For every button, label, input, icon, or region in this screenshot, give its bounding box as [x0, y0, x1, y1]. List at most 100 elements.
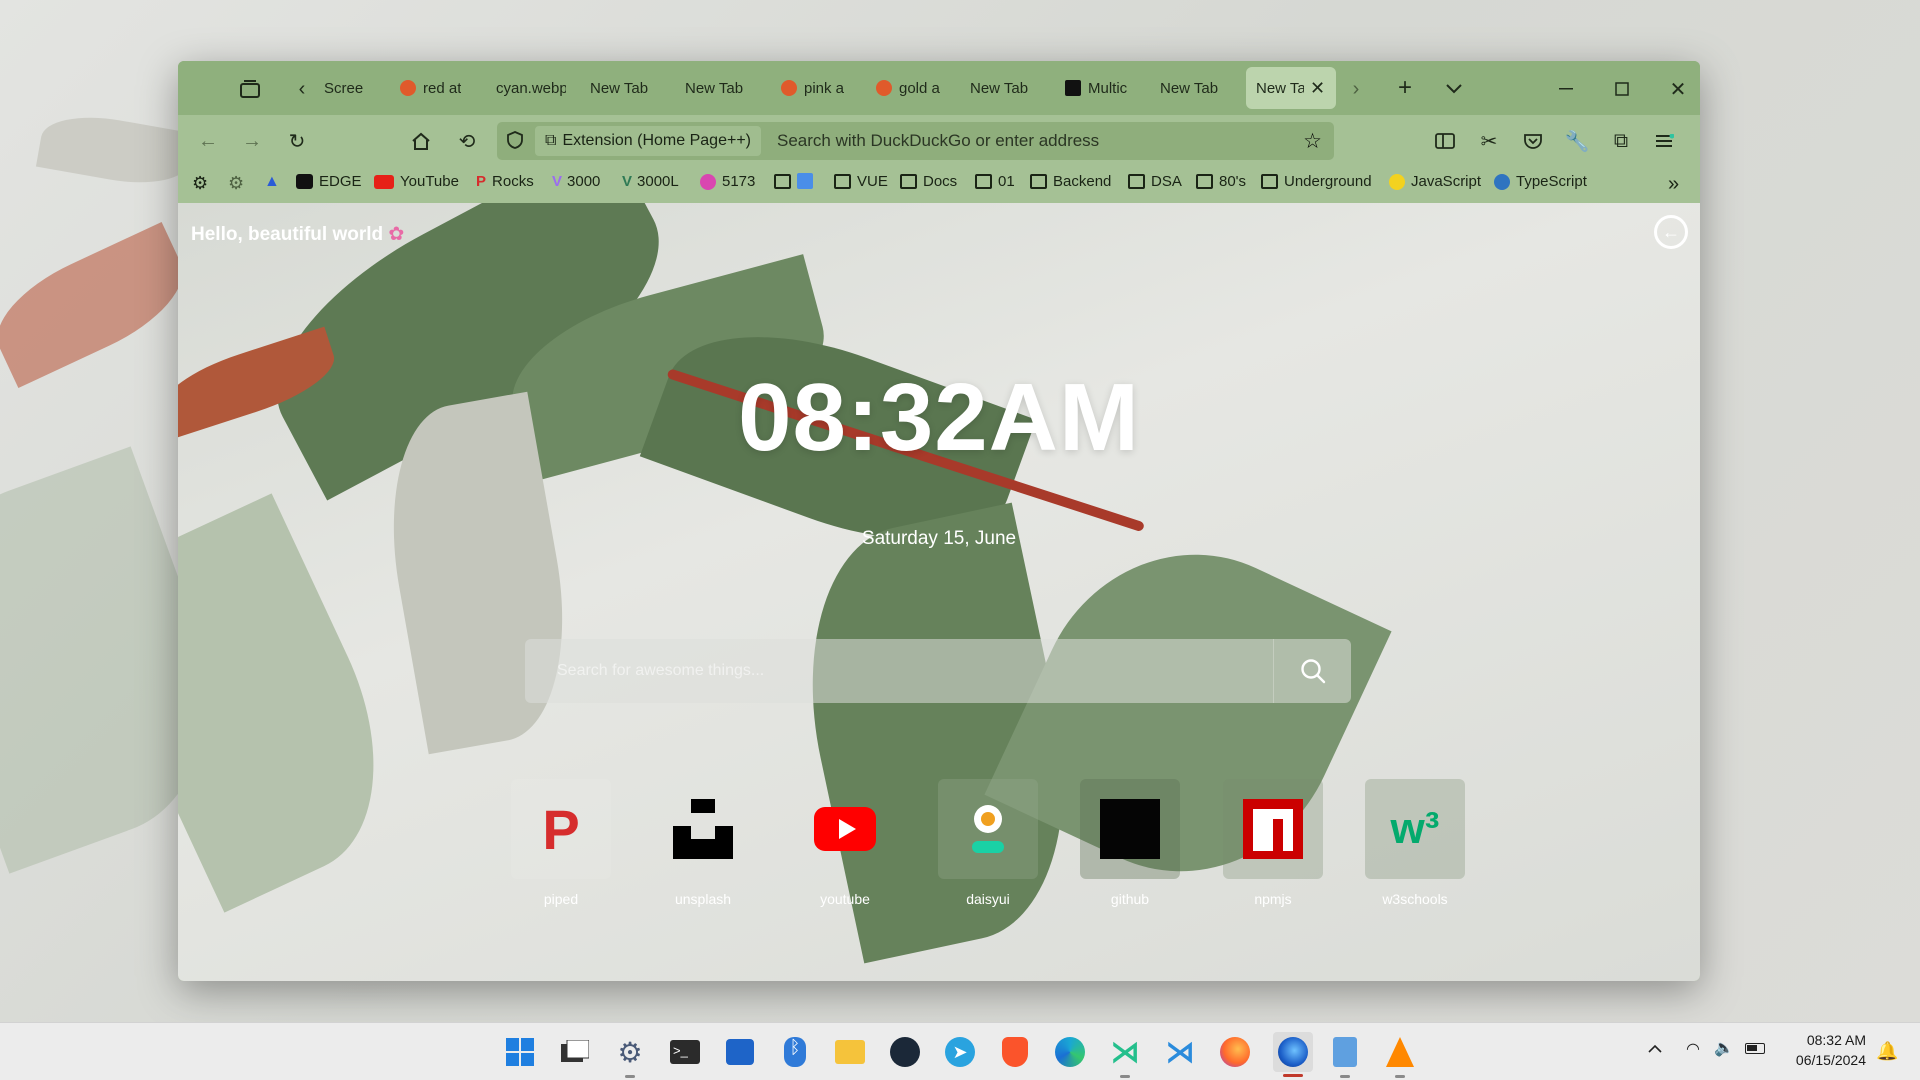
bookmark-folder-01[interactable]: 01: [975, 173, 1015, 190]
tab[interactable]: New Tab: [1160, 67, 1230, 109]
bookmark-3000l[interactable]: V 3000L: [622, 173, 679, 190]
firefox-icon[interactable]: [1218, 1035, 1252, 1069]
battery-icon[interactable]: [1745, 1043, 1765, 1054]
folder-icon: [834, 174, 851, 189]
bookmark-javascript[interactable]: JavaScript: [1389, 173, 1481, 190]
vscode-icon[interactable]: ⋊: [1163, 1035, 1197, 1069]
telegram-icon[interactable]: ➤: [943, 1035, 977, 1069]
settings-icon[interactable]: ⚙: [613, 1035, 647, 1078]
wifi-icon[interactable]: ◠: [1686, 1039, 1700, 1059]
shortcut-w3schools[interactable]: w³ w3schools: [1365, 779, 1465, 907]
bookmark-edge[interactable]: EDGE: [296, 173, 362, 190]
vscode-insiders-icon[interactable]: ⋊: [1108, 1035, 1142, 1078]
bookmark-rocks[interactable]: P Rocks: [476, 173, 534, 190]
forward-arrow-icon[interactable]: →: [239, 128, 265, 154]
steam-icon[interactable]: [888, 1035, 922, 1069]
tab[interactable]: New Tab: [685, 67, 755, 109]
tab-groups-icon[interactable]: [238, 77, 262, 101]
brave-icon[interactable]: [998, 1035, 1032, 1069]
bookmark-folder-vue[interactable]: VUE: [834, 173, 888, 190]
firefox-dev-icon[interactable]: [1273, 1032, 1313, 1077]
tab[interactable]: pink a: [781, 67, 851, 109]
bookmark-gear[interactable]: ⚙: [192, 173, 208, 194]
notification-bell-icon[interactable]: 🔔: [1876, 1041, 1898, 1062]
bookmark-folder-docs[interactable]: Docs: [900, 173, 957, 190]
bookmarks-overflow-icon[interactable]: »: [1668, 173, 1679, 196]
terminal-icon[interactable]: >_: [668, 1035, 702, 1069]
shortcut-piped[interactable]: P piped: [511, 779, 611, 907]
search-button[interactable]: [1273, 639, 1351, 703]
scroll-tabs-left-icon[interactable]: ‹: [292, 77, 312, 101]
address-placeholder[interactable]: Search with DuckDuckGo or enter address: [777, 131, 1099, 151]
bookmark-settings[interactable]: ⚙: [228, 173, 244, 194]
history-icon[interactable]: ⟲: [454, 128, 480, 154]
shortcut-unsplash[interactable]: unsplash: [653, 779, 753, 907]
file-explorer-icon[interactable]: [833, 1035, 867, 1069]
close-window-icon[interactable]: ✕: [1666, 77, 1690, 101]
duckduckgo-icon: [400, 80, 416, 96]
reload-icon[interactable]: ↻: [284, 128, 310, 154]
store-icon[interactable]: [723, 1035, 757, 1069]
shortcut-npmjs[interactable]: npmjs: [1223, 779, 1323, 907]
bookmark-folder-backend[interactable]: Backend: [1030, 173, 1111, 190]
bookmark-star-icon[interactable]: ☆: [1303, 129, 1322, 154]
address-bar[interactable]: ⧉ Extension (Home Page++) Search with Du…: [497, 122, 1334, 160]
list-all-tabs-icon[interactable]: [1442, 77, 1466, 101]
vlc-icon[interactable]: [1383, 1035, 1417, 1078]
tab[interactable]: cyan.webp: [496, 67, 566, 109]
extension-identity-chip[interactable]: ⧉ Extension (Home Page++): [535, 126, 761, 156]
tab[interactable]: gold a: [876, 67, 948, 109]
screenshot-icon[interactable]: ✂: [1476, 128, 1502, 154]
running-indicator: [1395, 1075, 1405, 1078]
bookmark-5173[interactable]: 5173: [700, 173, 755, 190]
clock: 08:32AM: [738, 364, 1140, 471]
extensions-icon[interactable]: ⧉: [1608, 128, 1634, 154]
bookmark-folder-dsa[interactable]: DSA: [1128, 173, 1182, 190]
maximize-icon[interactable]: [1610, 77, 1634, 101]
shield-icon[interactable]: [507, 131, 523, 154]
folder-icon: [900, 174, 917, 189]
bookmark-3000[interactable]: V 3000: [552, 173, 600, 190]
typescript-icon: [1494, 173, 1510, 190]
bookmark-flask[interactable]: ▲: [264, 173, 280, 191]
daisyui-icon: [938, 779, 1038, 879]
shortcut-youtube[interactable]: youtube: [795, 779, 895, 907]
notepad-icon[interactable]: [1328, 1035, 1362, 1078]
folder-icon: [975, 174, 992, 189]
windows-start-icon[interactable]: [503, 1035, 537, 1069]
system-clock[interactable]: 08:32 AM 06/15/2024: [1796, 1030, 1866, 1070]
sidebar-icon[interactable]: [1432, 128, 1458, 154]
edge-beta-icon[interactable]: [1053, 1035, 1087, 1069]
home-icon[interactable]: [408, 128, 434, 154]
shortcut-github[interactable]: github: [1080, 779, 1180, 907]
bookmark-typescript[interactable]: TypeScript: [1494, 173, 1587, 190]
desktop-leaf: [0, 221, 200, 389]
bookmark-folder-underground[interactable]: Underground: [1261, 173, 1372, 190]
task-view-icon[interactable]: [558, 1035, 592, 1069]
tab-bar: ‹ Scree red at cyan.webp New Tab New Tab…: [178, 61, 1700, 115]
wrench-icon[interactable]: 🔧: [1564, 128, 1590, 154]
pocket-icon[interactable]: [1520, 128, 1546, 154]
back-arrow-icon[interactable]: ←: [195, 128, 221, 154]
volume-icon[interactable]: 🔈: [1714, 1038, 1734, 1058]
close-tab-icon[interactable]: ✕: [1310, 78, 1325, 99]
scroll-tabs-right-icon[interactable]: ›: [1346, 77, 1366, 101]
bookmark-folder[interactable]: [774, 173, 813, 189]
bluetooth-icon[interactable]: ᛒ: [778, 1035, 812, 1069]
minimize-icon[interactable]: [1554, 77, 1578, 101]
shortcut-daisyui[interactable]: daisyui: [938, 779, 1038, 907]
back-circle-icon[interactable]: ←: [1654, 215, 1688, 249]
search-input[interactable]: [525, 639, 1273, 703]
bookmark-folder-80s[interactable]: 80's: [1196, 173, 1246, 190]
tab[interactable]: Multic: [1065, 67, 1137, 109]
tab[interactable]: red at: [400, 67, 472, 109]
tab-active[interactable]: New Ta ✕: [1246, 67, 1336, 109]
tab[interactable]: New Tab: [970, 67, 1040, 109]
tab[interactable]: Scree: [324, 67, 384, 109]
new-tab-icon[interactable]: +: [1392, 74, 1418, 101]
tab[interactable]: New Tab: [590, 67, 660, 109]
show-hidden-icons[interactable]: [1648, 1041, 1662, 1059]
bookmark-youtube[interactable]: YouTube: [374, 173, 459, 190]
menu-icon[interactable]: [1652, 128, 1678, 154]
npm-icon: [1223, 779, 1323, 879]
